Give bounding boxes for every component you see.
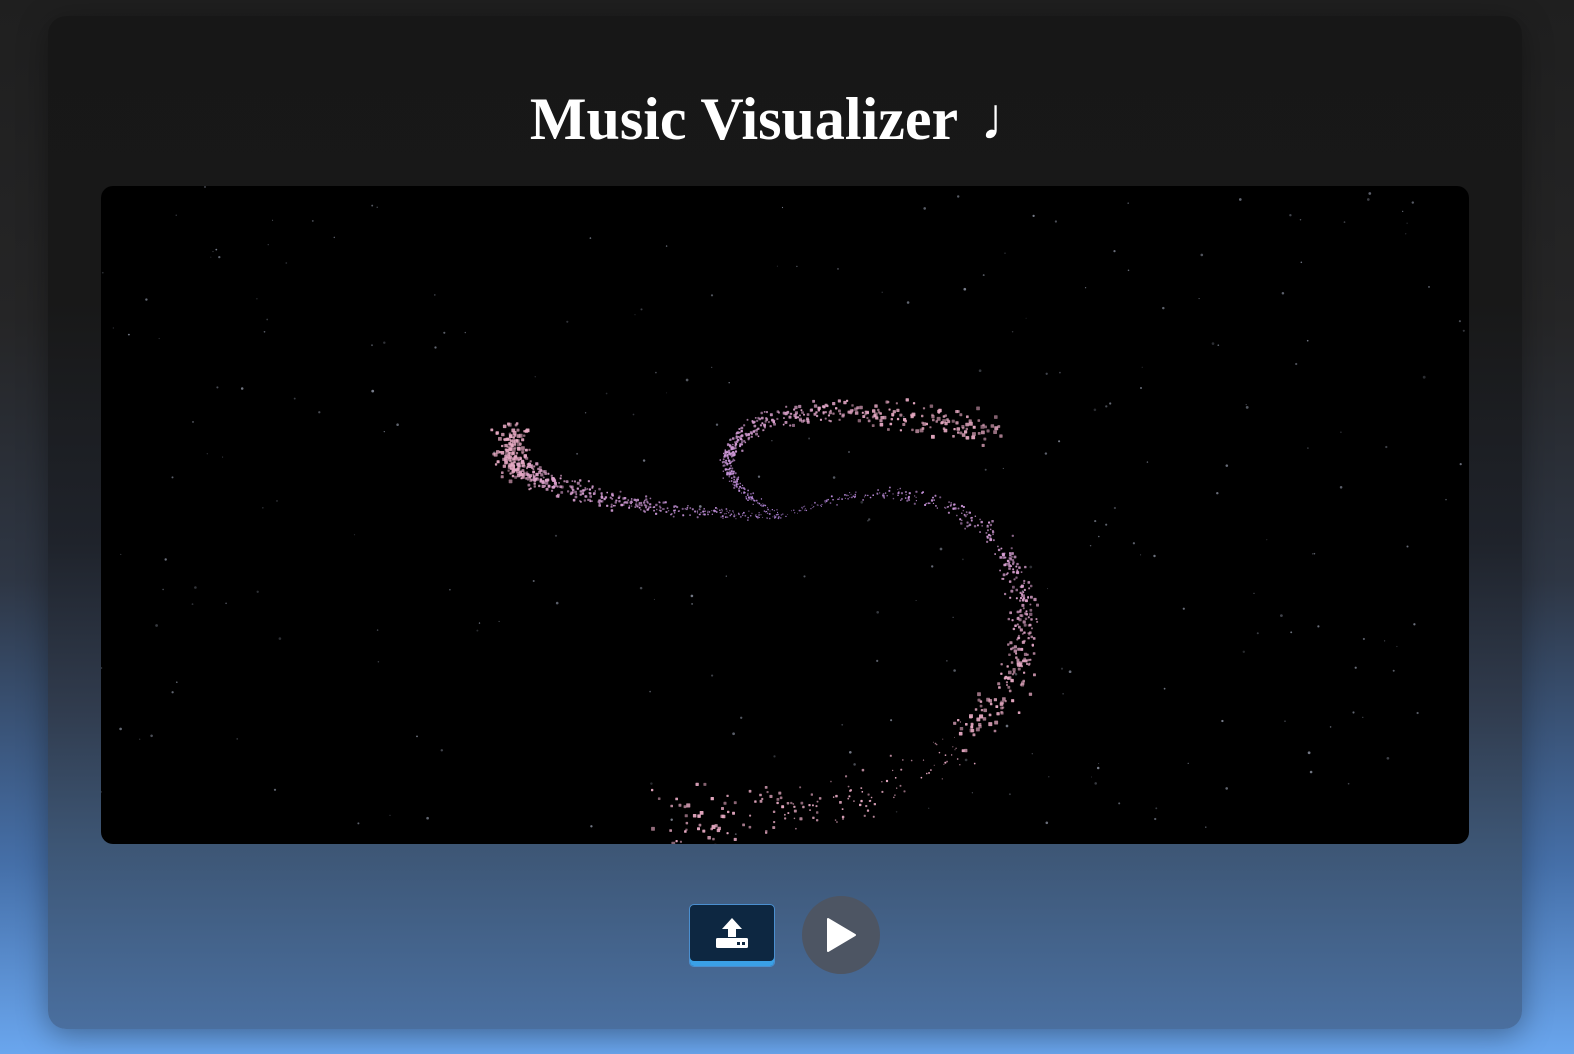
app-card: Music Visualizer ♩ bbox=[48, 16, 1522, 1029]
upload-icon bbox=[716, 917, 748, 948]
visualizer-canvas[interactable] bbox=[101, 186, 1469, 844]
upload-button[interactable] bbox=[689, 904, 775, 967]
title-text: Music Visualizer bbox=[529, 86, 959, 152]
play-button[interactable] bbox=[802, 896, 880, 974]
play-icon bbox=[827, 918, 856, 952]
visualizer-particles bbox=[101, 186, 1465, 844]
page-title: Music Visualizer ♩ bbox=[48, 84, 1522, 154]
music-note-icon: ♩ bbox=[980, 86, 1041, 152]
